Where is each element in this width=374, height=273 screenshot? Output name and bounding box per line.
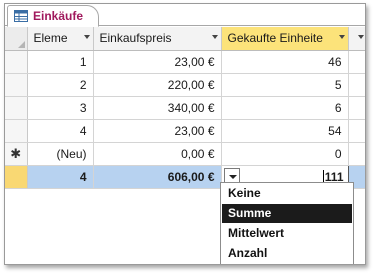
column-header-gekaufte-einheiten[interactable]: Gekaufte Einheite <box>221 27 349 51</box>
cell-price[interactable]: 220,00 € <box>93 73 222 97</box>
header-row: Eleme Einkaufspreis Gekaufte Einheite <box>5 27 365 51</box>
row-selector[interactable] <box>5 73 28 97</box>
menu-item-mittelwert[interactable]: Mittelwert <box>222 224 352 243</box>
column-header-label: Eleme <box>33 31 68 46</box>
column-header-add[interactable] <box>348 27 365 51</box>
column-header-eleme[interactable]: Eleme <box>27 27 94 51</box>
chevron-down-icon[interactable] <box>83 35 90 39</box>
text-cursor <box>322 169 324 183</box>
cell-id[interactable]: 4 <box>27 119 94 143</box>
chevron-down-icon[interactable] <box>338 35 345 39</box>
cell-units[interactable]: 6 <box>221 96 349 120</box>
new-record-icon[interactable]: ✱ <box>5 142 28 166</box>
total-id[interactable]: 4 <box>27 165 94 189</box>
cell-empty[interactable] <box>348 142 365 166</box>
total-price[interactable]: 606,00 € <box>93 165 222 189</box>
new-record-row[interactable]: ✱ (Neu) 0,00 € 0 <box>5 142 365 166</box>
chevron-down-icon[interactable] <box>211 35 218 39</box>
cell-price[interactable]: 23,00 € <box>93 50 222 74</box>
row-selector[interactable] <box>5 165 28 189</box>
table-row[interactable]: 3 340,00 € 6 <box>5 96 365 120</box>
row-selector[interactable] <box>5 50 28 74</box>
row-selector[interactable] <box>5 119 28 143</box>
cell-empty[interactable] <box>348 73 365 97</box>
cell-units[interactable]: 0 <box>221 142 349 166</box>
cell-units[interactable]: 54 <box>221 119 349 143</box>
table-row[interactable]: 1 23,00 € 46 <box>5 50 365 74</box>
menu-item-summe[interactable]: Summe <box>222 204 352 223</box>
table-icon <box>14 10 28 22</box>
column-header-label: Gekaufte Einheite <box>227 31 323 46</box>
cell-id[interactable]: 3 <box>27 96 94 120</box>
cell-id[interactable]: (Neu) <box>27 142 94 166</box>
datasheet-grid: Eleme Einkaufspreis Gekaufte Einheite 1 … <box>5 27 365 189</box>
chevron-down-icon[interactable] <box>357 35 364 39</box>
menu-item-keine[interactable]: Keine <box>222 184 352 203</box>
cell-empty[interactable] <box>348 50 365 74</box>
chevron-down-icon <box>228 174 237 179</box>
cell-price[interactable]: 23,00 € <box>93 119 222 143</box>
cell-units[interactable]: 46 <box>221 50 349 74</box>
table-row[interactable]: 4 23,00 € 54 <box>5 119 365 143</box>
tab-einkaeufe[interactable]: Einkäufe <box>7 5 99 27</box>
cell-empty[interactable] <box>348 96 365 120</box>
document-tabstrip: Einkäufe <box>5 4 365 27</box>
table-row[interactable]: 2 220,00 € 5 <box>5 73 365 97</box>
cell-units[interactable]: 5 <box>221 73 349 97</box>
aggregate-menu: Keine Summe Mittelwert Anzahl <box>220 182 354 264</box>
menu-item-anzahl[interactable]: Anzahl <box>222 244 352 263</box>
cell-price[interactable]: 0,00 € <box>93 142 222 166</box>
cell-empty[interactable] <box>348 119 365 143</box>
column-header-einkaufspreis[interactable]: Einkaufspreis <box>93 27 222 51</box>
select-all-corner[interactable] <box>5 27 28 51</box>
column-header-label: Einkaufspreis <box>99 31 172 46</box>
cell-id[interactable]: 2 <box>27 73 94 97</box>
cell-price[interactable]: 340,00 € <box>93 96 222 120</box>
datasheet-window: Einkäufe Eleme Einkaufspreis Gekaufte Ei… <box>4 3 366 265</box>
cell-id[interactable]: 1 <box>27 50 94 74</box>
row-selector[interactable] <box>5 96 28 120</box>
tab-label: Einkäufe <box>33 9 84 23</box>
